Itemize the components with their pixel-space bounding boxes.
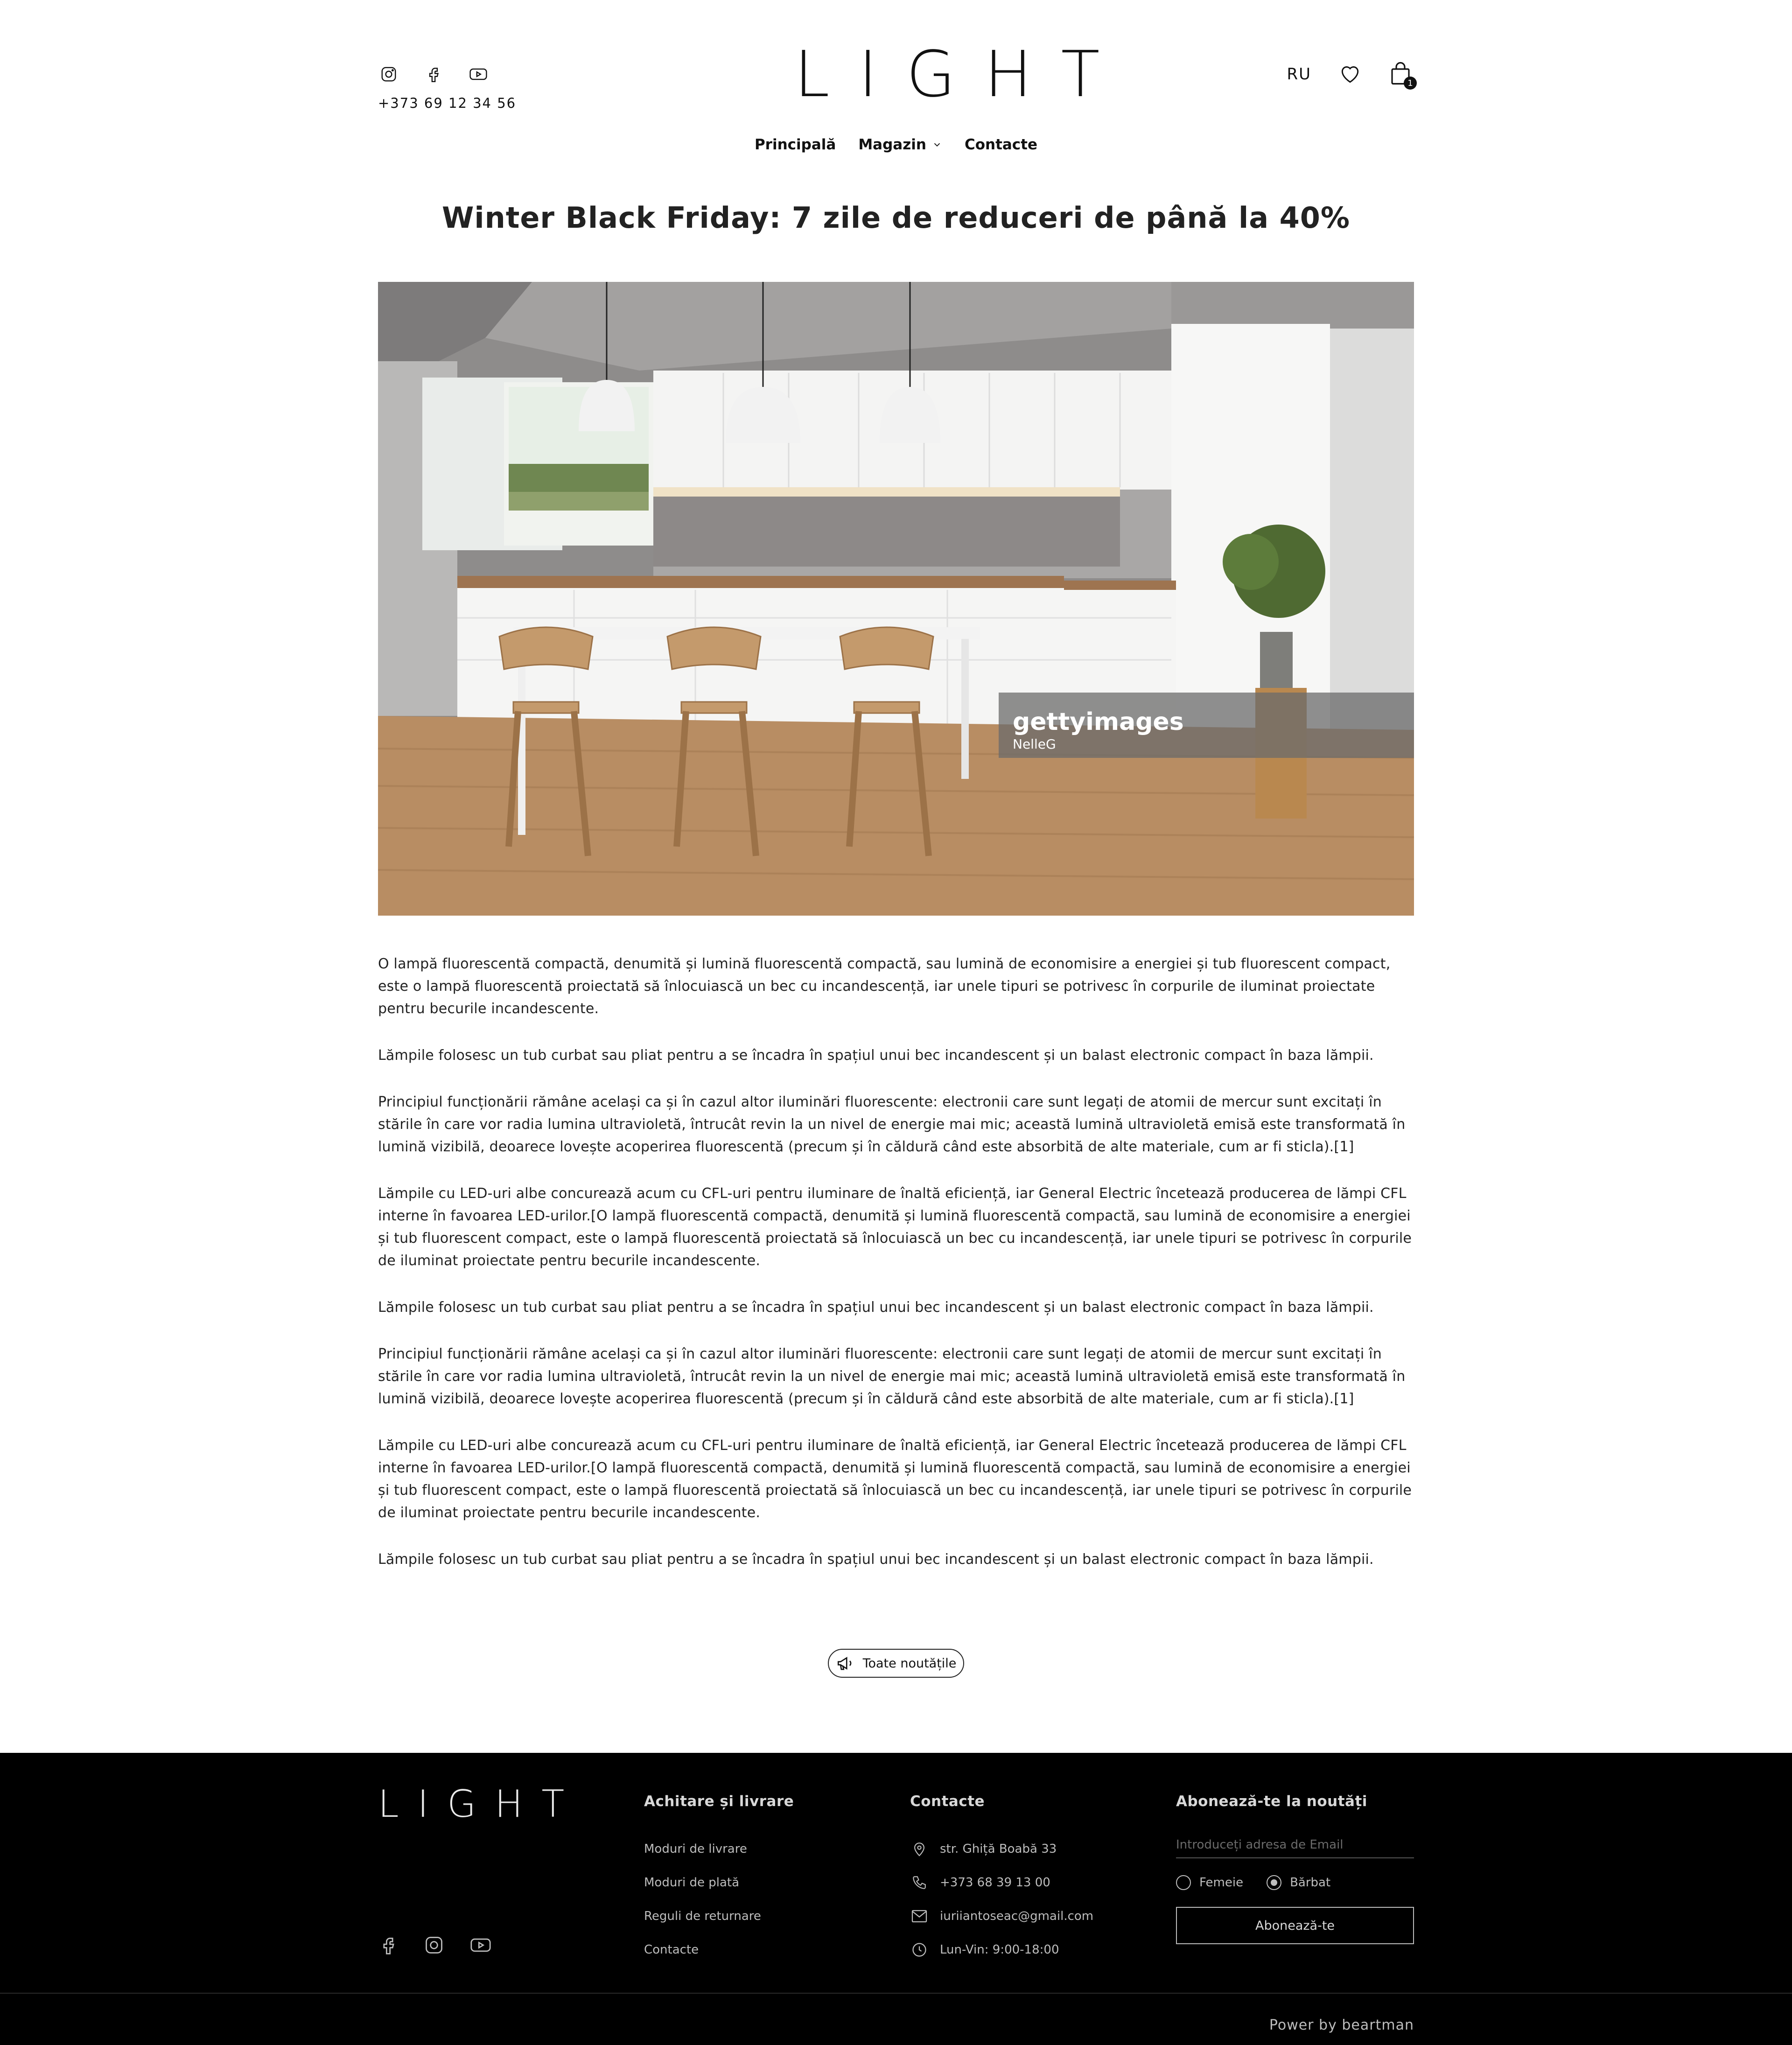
youtube-icon[interactable] — [469, 1935, 492, 1957]
watermark-brand: gettyimages — [1013, 708, 1184, 736]
article-paragraph: Lămpile cu LED-uri albe concurează acum … — [378, 1437, 1412, 1521]
footer-link-returns[interactable]: Reguli de returnare — [644, 1899, 794, 1933]
article-paragraph: Lămpile folosesc un tub curbat sau pliat… — [378, 1551, 1374, 1568]
nav-home[interactable]: Principală — [755, 136, 836, 153]
footer-logo[interactable]: LIGHT — [378, 1786, 583, 1823]
main-nav: Principală Magazin Contacte — [0, 136, 1792, 153]
footer-phone-text: +373 68 39 13 00 — [940, 1876, 1050, 1890]
footer-address-text: str. Ghiță Boabă 33 — [940, 1842, 1057, 1856]
powered-by[interactable]: Power by beartman — [1269, 2017, 1414, 2033]
footer-link-contacts[interactable]: Contacte — [644, 1933, 794, 1967]
footer-phone[interactable]: +373 68 39 13 00 — [910, 1866, 1093, 1899]
subscribe-button[interactable]: Abonează-te — [1176, 1907, 1414, 1944]
article-paragraph: Lămpile cu LED-uri albe concurează acum … — [378, 1185, 1412, 1269]
footer-payment-column: Achitare și livrare Moduri de livrare Mo… — [644, 1793, 794, 1967]
gender-radio-group: Femeie Bărbat — [1176, 1875, 1414, 1890]
cart-button[interactable]: 1 — [1389, 61, 1417, 90]
footer-newsletter-column: Abonează-te la noutăți Femeie Bărbat Abo… — [1176, 1793, 1414, 1944]
facebook-icon[interactable] — [378, 1935, 399, 1957]
header-actions: RU 1 — [1287, 61, 1417, 90]
radio-female-label: Femeie — [1199, 1876, 1244, 1890]
article-paragraph: Lămpile folosesc un tub curbat sau pliat… — [378, 1299, 1374, 1316]
language-switch[interactable]: RU — [1287, 65, 1311, 84]
radio-male-circle — [1267, 1875, 1282, 1890]
footer-contacts-column: Contacte str. Ghiță Boabă 33 +373 68 39 … — [910, 1793, 1093, 1967]
kitchen-photo: gettyimages NelleG — [378, 282, 1414, 916]
chevron-down-icon — [934, 143, 940, 147]
article-hero-image: gettyimages NelleG — [378, 282, 1414, 916]
radio-female-circle — [1176, 1875, 1191, 1890]
footer-payment-title: Achitare și livrare — [644, 1793, 794, 1810]
radio-female[interactable]: Femeie — [1176, 1875, 1243, 1890]
instagram-icon[interactable] — [424, 1935, 444, 1957]
cart-count-badge: 1 — [1404, 77, 1417, 90]
newsletter-email-input[interactable] — [1176, 1832, 1414, 1858]
footer-contacts-title: Contacte — [910, 1793, 985, 1810]
site-header: +373 69 12 34 56 LIGHT RU 1 Principală M… — [0, 0, 1792, 177]
all-news-label: Toate noutățile — [862, 1656, 957, 1671]
facebook-icon[interactable] — [423, 63, 444, 85]
footer-newsletter-title: Abonează-te la noutăți — [1176, 1793, 1367, 1810]
nav-shop-label: Magazin — [858, 136, 926, 153]
radio-male-label: Bărbat — [1290, 1876, 1331, 1890]
footer-address[interactable]: str. Ghiță Boabă 33 — [910, 1832, 1093, 1866]
header-phone[interactable]: +373 69 12 34 56 — [378, 95, 516, 111]
site-footer: LIGHT Achitare și livrare Moduri de livr… — [0, 1753, 1792, 2045]
article-paragraph: O lampă fluorescentă compactă, denumită … — [378, 956, 1391, 1017]
article-paragraph: Principiul funcționării rămâne același c… — [378, 1094, 1406, 1155]
footer-socials — [378, 1935, 492, 1957]
nav-shop[interactable]: Magazin — [858, 136, 942, 153]
megaphone-icon — [837, 1657, 851, 1670]
instagram-icon[interactable] — [378, 63, 399, 85]
footer-link-delivery[interactable]: Moduri de livrare — [644, 1832, 794, 1866]
footer-hours-text: Lun-Vin: 9:00-18:00 — [940, 1943, 1059, 1957]
location-pin-icon — [910, 1840, 929, 1858]
article-paragraph: Principiul funcționării rămâne același c… — [378, 1346, 1406, 1407]
youtube-icon[interactable] — [468, 63, 489, 85]
footer-email-text: iuriiantoseac@gmail.com — [940, 1909, 1094, 1923]
footer-link-payment[interactable]: Moduri de plată — [644, 1866, 794, 1899]
footer-hours: Lun-Vin: 9:00-18:00 — [910, 1933, 1093, 1967]
article-body: O lampă fluorescentă compactă, denumită … — [378, 953, 1414, 1595]
article-title: Winter Black Friday: 7 zile de reduceri … — [441, 201, 1351, 235]
radio-male[interactable]: Bărbat — [1267, 1875, 1330, 1890]
mail-icon — [910, 1907, 929, 1926]
phone-icon — [910, 1873, 929, 1892]
header-socials — [378, 63, 489, 85]
footer-email[interactable]: iuriiantoseac@gmail.com — [910, 1899, 1093, 1933]
heart-icon[interactable] — [1338, 63, 1362, 86]
nav-contacts[interactable]: Contacte — [965, 136, 1037, 153]
article-paragraph: Lămpile folosesc un tub curbat sau pliat… — [378, 1047, 1374, 1064]
watermark-author: NelleG — [1013, 736, 1056, 752]
site-logo[interactable]: LIGHT — [765, 43, 1100, 106]
footer-divider — [0, 1993, 1792, 1994]
all-news-button[interactable]: Toate noutățile — [828, 1649, 964, 1678]
clock-icon — [910, 1940, 929, 1959]
